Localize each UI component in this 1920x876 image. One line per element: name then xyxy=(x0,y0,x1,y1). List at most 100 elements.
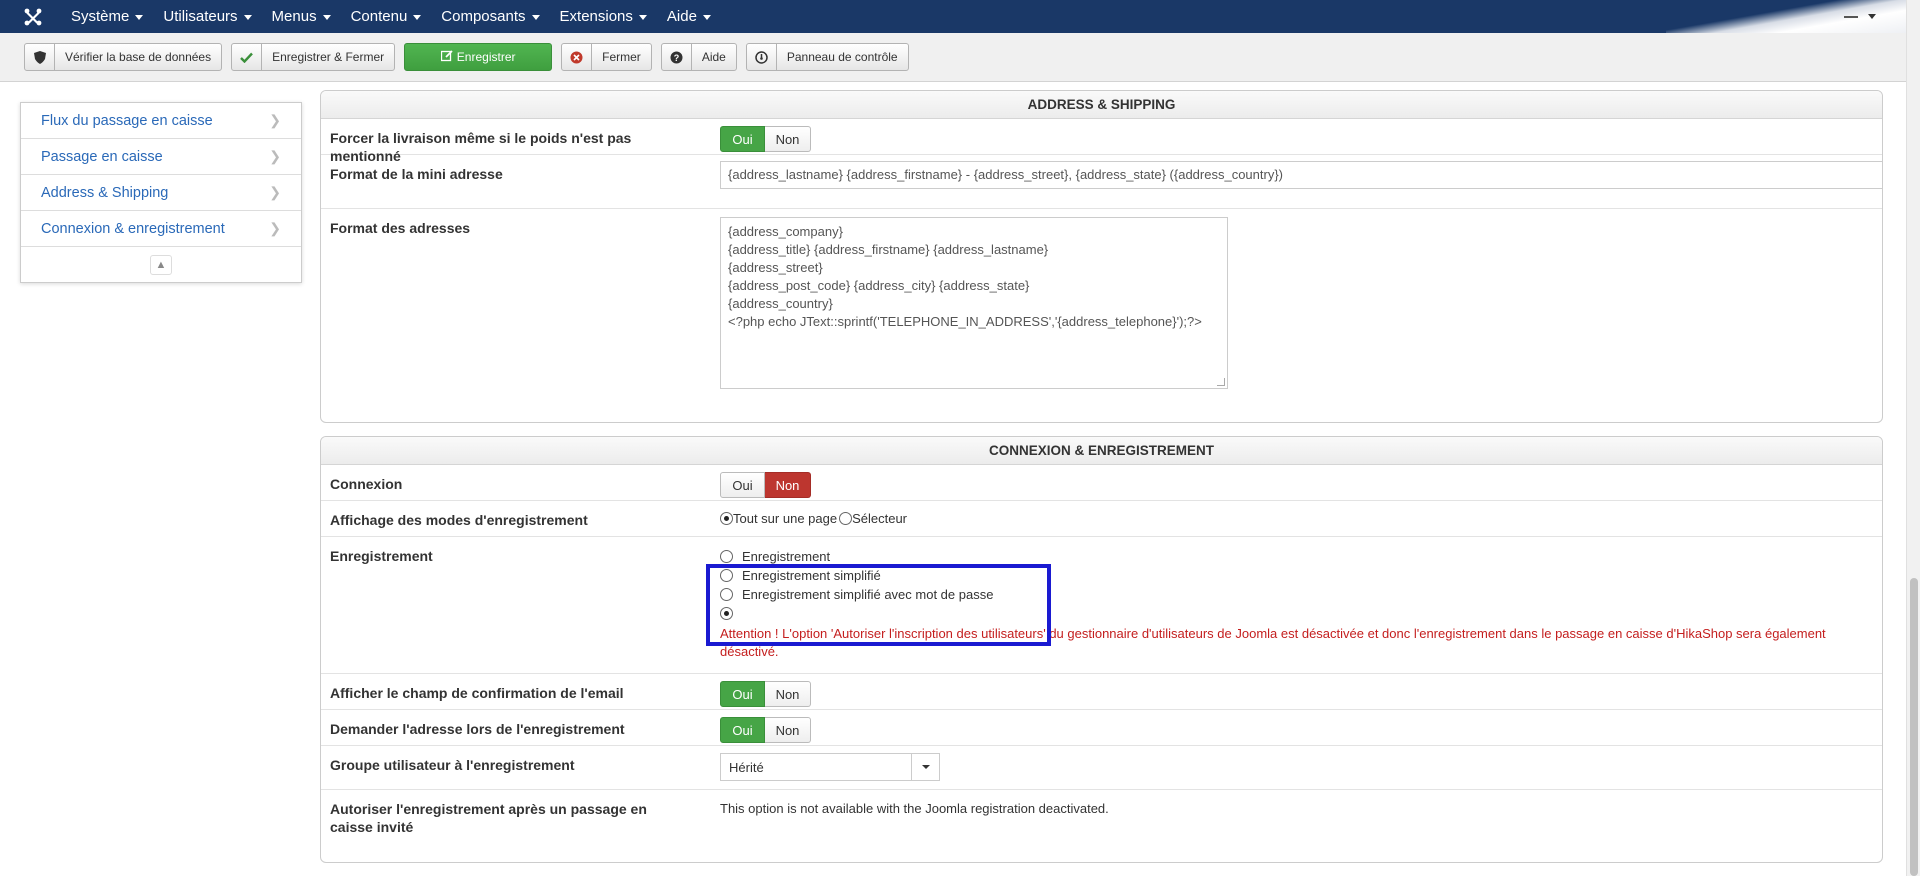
vertical-scrollbar[interactable] xyxy=(1906,0,1920,876)
sidebar-collapse: ▲ xyxy=(21,247,301,283)
dashboard-icon xyxy=(747,44,777,70)
no-option[interactable]: Non xyxy=(765,681,811,707)
yes-option[interactable]: Oui xyxy=(720,681,765,707)
chevron-down-icon xyxy=(911,754,939,780)
no-option[interactable]: Non xyxy=(765,717,811,743)
menu-label: Aide xyxy=(666,8,697,25)
sidebar-item-checkout-flow[interactable]: Flux du passage en caisse ❯ xyxy=(21,103,301,139)
field-label: Enregistrement xyxy=(330,548,433,564)
menu-extensions[interactable]: Extensions xyxy=(550,0,657,33)
connexion-toggle: Oui Non xyxy=(720,472,811,498)
edit-icon xyxy=(440,49,453,65)
yes-option[interactable]: Oui xyxy=(720,717,765,743)
chevron-right-icon: ❯ xyxy=(269,220,281,236)
control-panel-button[interactable]: Panneau de contrôle xyxy=(745,43,909,71)
field-label: Format des adresses xyxy=(330,220,471,236)
collapse-up-icon[interactable]: ▲ xyxy=(150,255,172,275)
field-label: Affichage des modes d'enregistrement xyxy=(330,512,588,528)
no-option[interactable]: Non xyxy=(765,472,811,498)
row-force-shipping: Forcer la livraison même si le poids n'e… xyxy=(321,119,1882,164)
no-option[interactable]: Non xyxy=(765,126,811,152)
display-modes-radios: Tout sur une page Sélecteur xyxy=(720,511,907,526)
scrollbar-thumb[interactable] xyxy=(1910,578,1918,876)
radio-no-registration[interactable] xyxy=(720,607,733,620)
row-ask-address: Demander l'adresse lors de l'enregistrem… xyxy=(321,710,1882,746)
address-format-textarea[interactable]: {address_company} {address_title} {addre… xyxy=(720,217,1228,389)
row-address-format: Format des adresses {address_company} {a… xyxy=(321,209,1882,422)
row-connexion: Connexion Oui Non xyxy=(321,465,1882,501)
menu-label: Extensions xyxy=(559,8,633,25)
row-mini-address-format: Format de la mini adresse {address_lastn… xyxy=(321,155,1882,209)
row-email-confirm: Afficher le champ de confirmation de l'e… xyxy=(321,674,1882,710)
mini-address-format-input[interactable]: {address_lastname} {address_firstname} -… xyxy=(720,161,1882,189)
joomla-logo-icon[interactable] xyxy=(17,0,49,33)
row-registration: Enregistrement Enregistrement Enregistre… xyxy=(321,537,1882,674)
row-guest-registration: Autoriser l'enregistrement après un pass… xyxy=(321,790,1882,862)
field-label: Autoriser l'enregistrement après un pass… xyxy=(330,801,647,835)
radio-label: Enregistrement xyxy=(742,549,831,564)
registration-warning: Attention ! L'option 'Autoriser l'inscri… xyxy=(720,626,1826,659)
button-label: Vérifier la base de données xyxy=(65,50,212,64)
caret-down-icon xyxy=(243,15,252,20)
textarea-content: {address_company} {address_title} {addre… xyxy=(728,224,1202,329)
menu-utilisateurs[interactable]: Utilisateurs xyxy=(153,0,261,33)
radio-registration[interactable] xyxy=(720,550,733,563)
check-database-button[interactable]: Vérifier la base de données xyxy=(24,43,223,71)
toolbar: Vérifier la base de données Enregistrer … xyxy=(0,33,1906,82)
button-label: Aide xyxy=(701,50,726,64)
field-label: Afficher le champ de confirmation de l'e… xyxy=(330,685,624,701)
email-confirm-toggle: Oui Non xyxy=(720,681,811,707)
button-label: Enregistrer xyxy=(456,50,516,64)
menu-contenu[interactable]: Contenu xyxy=(341,0,432,33)
address-shipping-panel: ADDRESS & SHIPPING Forcer la livraison m… xyxy=(320,90,1883,423)
yes-option[interactable]: Oui xyxy=(720,472,765,498)
sidebar-item-label: Passage en caisse xyxy=(41,148,163,165)
user-group-select[interactable]: Hérité xyxy=(720,753,940,781)
svg-text:?: ? xyxy=(674,53,680,63)
sidebar-item-label: Flux du passage en caisse xyxy=(41,112,213,129)
shield-icon xyxy=(25,44,55,70)
menu-label: Composants xyxy=(441,8,526,25)
resize-grip-icon[interactable] xyxy=(1217,378,1225,386)
radio-selector[interactable] xyxy=(839,512,853,525)
radio-simplified-registration[interactable] xyxy=(720,569,733,582)
sidebar-item-login-registration[interactable]: Connexion & enregistrement ❯ xyxy=(21,211,301,247)
select-value: Hérité xyxy=(729,759,764,775)
menu-systeme[interactable]: Système xyxy=(61,0,153,33)
menu-menus[interactable]: Menus xyxy=(262,0,341,33)
radio-line: Enregistrement simplifié avec mot de pas… xyxy=(720,585,1840,604)
top-navbar: Système Utilisateurs Menus Contenu Compo… xyxy=(0,0,1906,33)
caret-down-icon xyxy=(413,15,422,20)
radio-all-on-one-page[interactable] xyxy=(720,512,733,525)
guest-registration-note: This option is not available with the Jo… xyxy=(720,801,1109,816)
radio-label: Enregistrement simplifié avec mot de pas… xyxy=(742,587,994,602)
close-button[interactable]: Fermer xyxy=(561,43,652,71)
caret-down-icon xyxy=(1868,14,1876,19)
row-display-modes: Affichage des modes d'enregistrement Tou… xyxy=(321,501,1882,537)
save-close-button[interactable]: Enregistrer & Fermer xyxy=(231,43,396,71)
field-label: Groupe utilisateur à l'enregistrement xyxy=(330,757,575,773)
menu-aide[interactable]: Aide xyxy=(657,0,721,33)
sidebar-item-label: Address & Shipping xyxy=(41,184,169,201)
sidebar-item-checkout[interactable]: Passage en caisse ❯ xyxy=(21,139,301,175)
ask-address-toggle: Oui Non xyxy=(720,717,811,743)
save-button[interactable]: Enregistrer xyxy=(404,43,553,71)
sidebar-item-address-shipping[interactable]: Address & Shipping ❯ xyxy=(21,175,301,211)
field-label: Connexion xyxy=(330,476,403,492)
chevron-right-icon: ❯ xyxy=(269,112,281,128)
radio-line xyxy=(720,604,1840,623)
chevron-right-icon: ❯ xyxy=(269,184,281,200)
menu-composants[interactable]: Composants xyxy=(431,0,549,33)
menu-label: Système xyxy=(71,8,130,25)
button-label: Enregistrer & Fermer xyxy=(272,50,385,64)
registration-radios: Enregistrement Enregistrement simplifié … xyxy=(720,547,1840,661)
menu-label: Utilisateurs xyxy=(163,8,238,25)
chevron-right-icon: ❯ xyxy=(269,148,281,164)
radio-simplified-password-registration[interactable] xyxy=(720,588,733,601)
caret-down-icon xyxy=(322,15,331,20)
help-button[interactable]: ? Aide xyxy=(660,43,737,71)
radio-label: Sélecteur xyxy=(852,511,907,526)
user-menu[interactable] xyxy=(1666,0,1906,33)
sidebar-nav: Flux du passage en caisse ❯ Passage en ca… xyxy=(20,102,302,283)
yes-option[interactable]: Oui xyxy=(720,126,765,152)
